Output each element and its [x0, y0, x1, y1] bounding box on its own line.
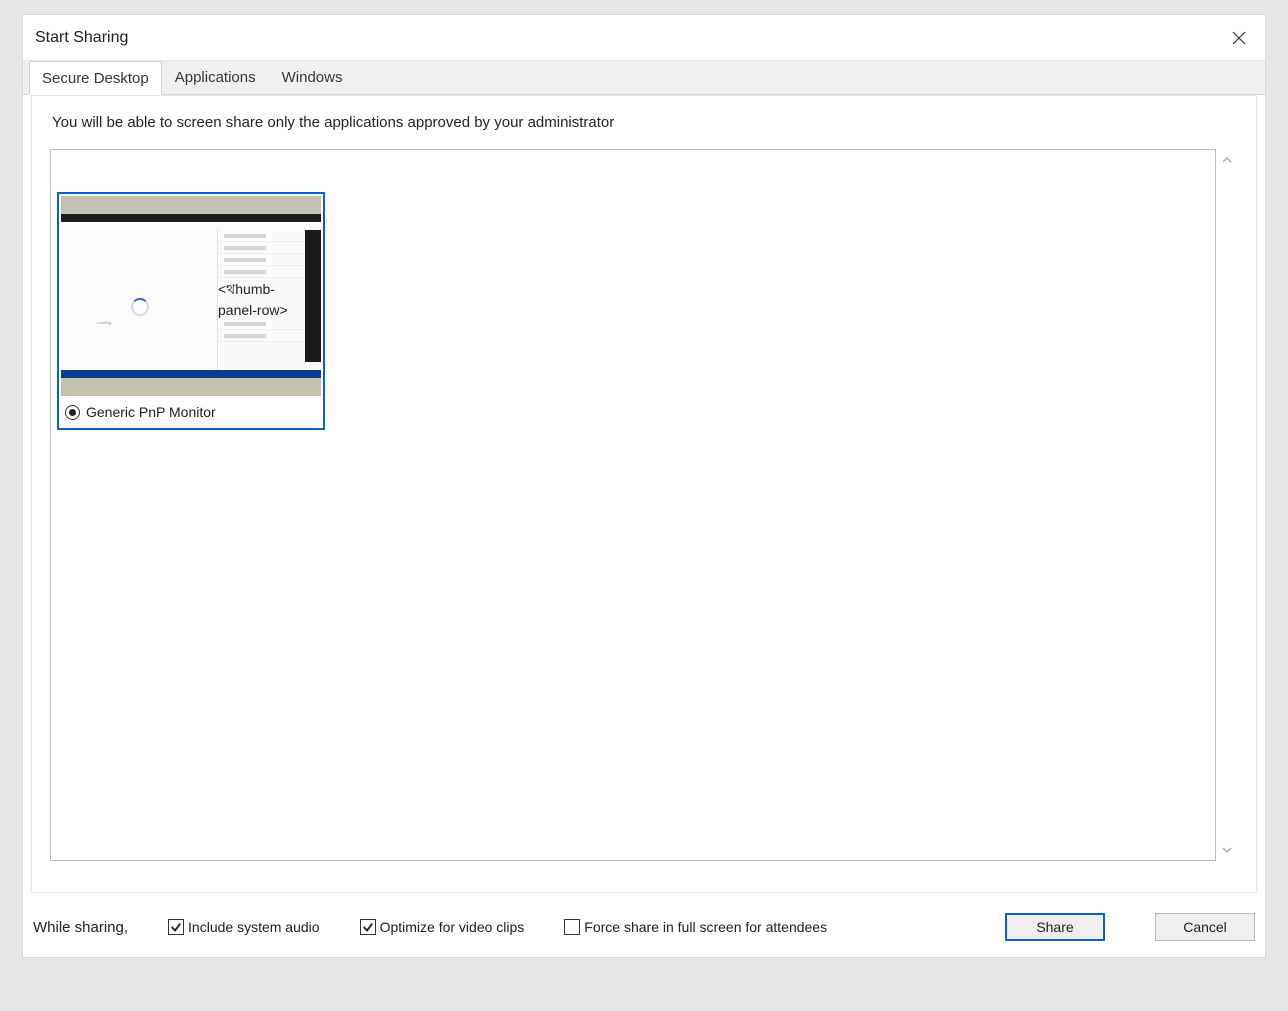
tab-label: Secure Desktop: [42, 70, 149, 87]
tab-label: Applications: [175, 69, 256, 86]
checkmark-icon: [170, 921, 182, 933]
force-full-screen-checkbox[interactable]: Force share in full screen for attendees: [564, 919, 827, 935]
bottom-bar: While sharing, Include system audio Opti…: [33, 909, 1255, 945]
optimize-for-video-checkbox[interactable]: Optimize for video clips: [360, 919, 525, 935]
tab-applications[interactable]: Applications: [162, 61, 269, 94]
cancel-button[interactable]: Cancel: [1155, 913, 1255, 941]
close-icon: [1232, 31, 1246, 45]
tab-secure-desktop[interactable]: Secure Desktop: [29, 61, 162, 95]
checkbox-label: Force share in full screen for attendees: [584, 919, 827, 935]
checkbox-label: Optimize for video clips: [380, 919, 525, 935]
start-sharing-dialog: Start Sharing Secure Desktop Application…: [22, 14, 1266, 958]
checkbox-icon: [168, 919, 184, 935]
tab-windows[interactable]: Windows: [269, 61, 356, 94]
monitor-radio-row[interactable]: Generic PnP Monitor: [59, 398, 323, 428]
checkbox-label: Include system audio: [188, 919, 320, 935]
checkbox-icon: [360, 919, 376, 935]
share-button[interactable]: Share: [1005, 913, 1105, 941]
monitor-list: <থhumb-panel-row> Loading... G: [50, 149, 1216, 861]
checkbox-icon: [564, 919, 580, 935]
monitor-list-wrap: <থhumb-panel-row> Loading... G: [50, 149, 1238, 861]
monitor-label: Generic PnP Monitor: [86, 404, 216, 420]
checkmark-icon: [362, 921, 374, 933]
chevron-up-icon: [1222, 155, 1232, 165]
button-label: Cancel: [1183, 919, 1227, 935]
scroll-up-button[interactable]: [1216, 149, 1238, 171]
monitor-card[interactable]: <থhumb-panel-row> Loading... G: [57, 192, 325, 430]
tab-label: Windows: [282, 69, 343, 86]
tab-body: You will be able to screen share only th…: [31, 95, 1257, 893]
info-text: You will be able to screen share only th…: [50, 114, 1238, 131]
radio-icon: [65, 405, 80, 420]
tabstrip: Secure Desktop Applications Windows: [23, 61, 1265, 95]
scroll-down-button[interactable]: [1216, 839, 1238, 861]
while-sharing-label: While sharing,: [33, 919, 128, 936]
titlebar: Start Sharing: [23, 15, 1265, 61]
close-button[interactable]: [1225, 24, 1253, 52]
monitor-thumbnail: <থhumb-panel-row> Loading...: [61, 196, 321, 396]
button-label: Share: [1036, 919, 1073, 935]
include-system-audio-checkbox[interactable]: Include system audio: [168, 919, 320, 935]
chevron-down-icon: [1222, 845, 1232, 855]
dialog-title: Start Sharing: [35, 29, 128, 47]
